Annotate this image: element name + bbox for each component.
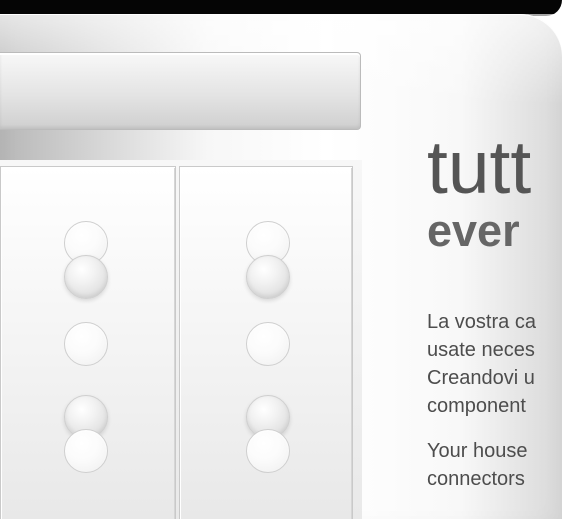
italian-description: La vostra ca usate neces Creandovi u com…: [427, 308, 562, 420]
english-description: Your house connectors: [427, 437, 562, 493]
italian-line: Creandovi u: [427, 367, 535, 389]
english-line: connectors: [427, 468, 525, 490]
headline-primary: tutt: [427, 125, 532, 209]
socket-icon: [246, 255, 290, 299]
english-line: Your house: [427, 440, 528, 462]
italian-line: component: [427, 395, 526, 417]
left-socket-module: [0, 166, 176, 519]
headline-secondary: ever: [427, 205, 520, 256]
socket-icon: [246, 322, 290, 366]
marketing-copy: tutt ever La vostra ca usate neces Crean…: [427, 130, 562, 493]
right-socket-module: [179, 166, 353, 519]
display-strip: [0, 52, 361, 130]
italian-line: La vostra ca: [427, 311, 536, 333]
product-banner: tutt ever La vostra ca usate neces Crean…: [0, 0, 562, 519]
socket-icon: [246, 429, 290, 473]
italian-line: usate neces: [427, 339, 535, 361]
socket-icon: [64, 322, 108, 366]
socket-icon: [64, 429, 108, 473]
socket-icon: [64, 255, 108, 299]
